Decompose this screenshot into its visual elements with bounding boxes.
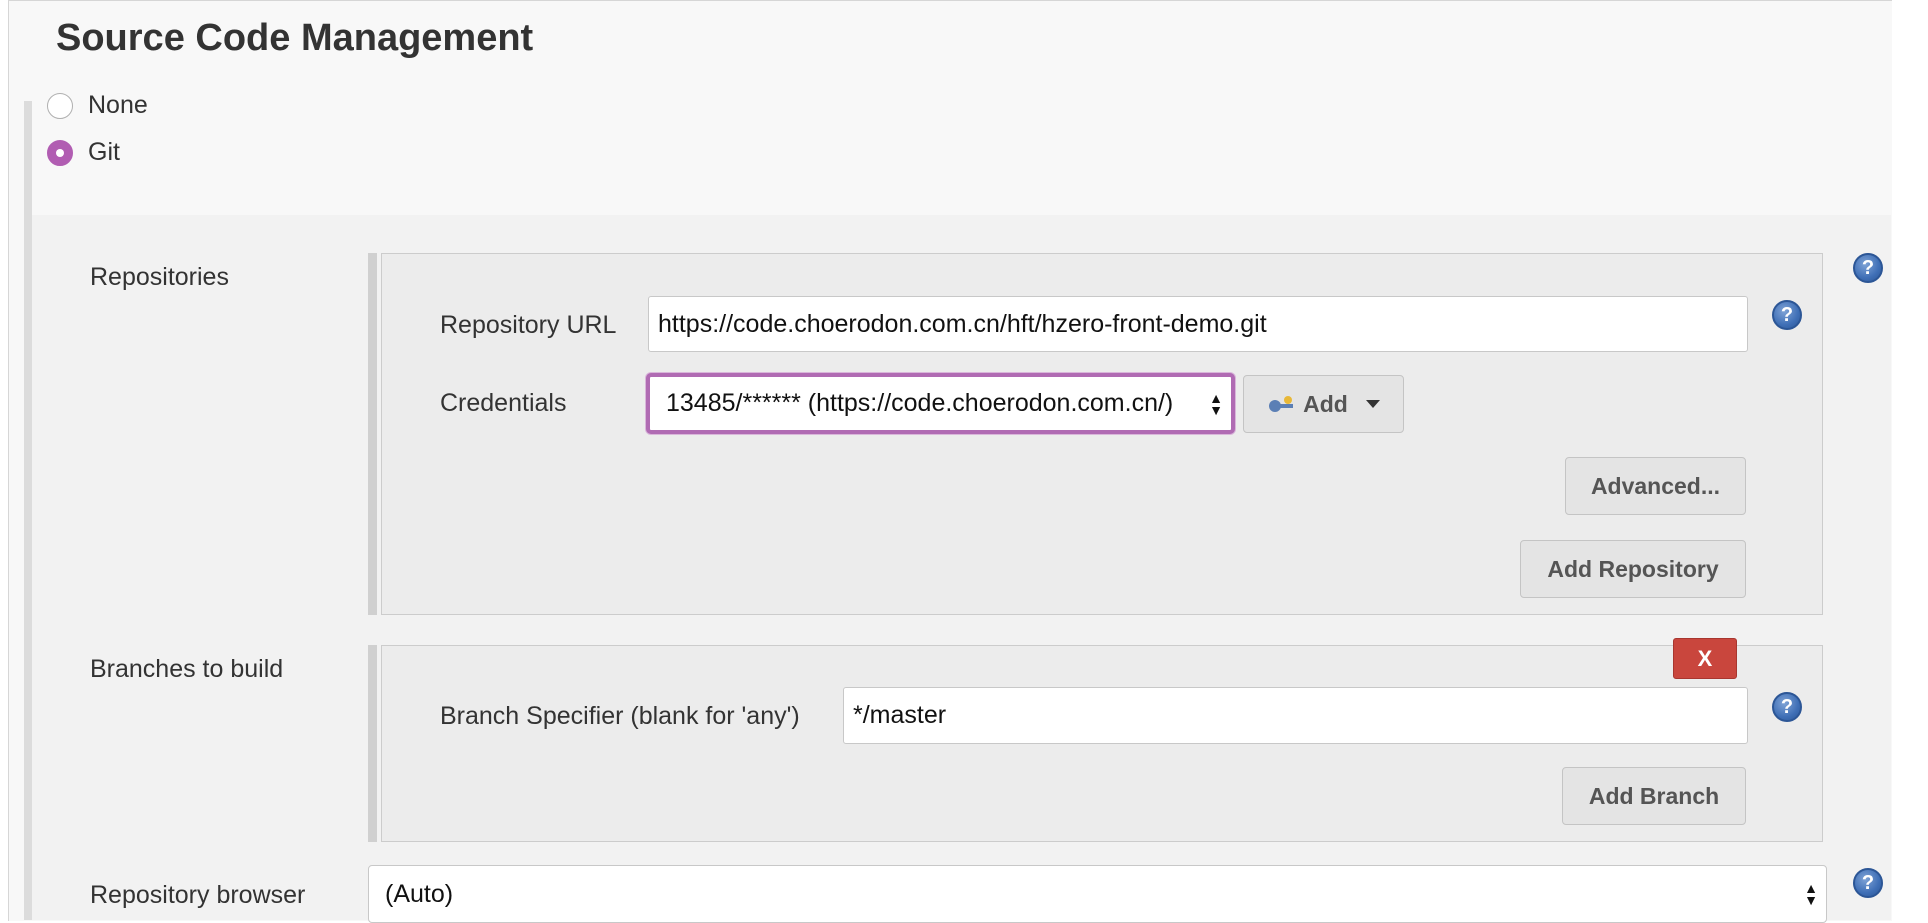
repository-browser-select[interactable]: (Auto) ▲ ▼: [368, 865, 1827, 923]
chevron-down-icon: [1365, 400, 1380, 408]
credentials-add-label: Add: [1303, 390, 1348, 417]
repository-browser-help-icon[interactable]: ?: [1853, 868, 1883, 898]
delete-branch-button[interactable]: X: [1673, 638, 1737, 679]
branch-specifier-input[interactable]: */master: [843, 687, 1748, 744]
radio-none-label: None: [88, 91, 148, 119]
repository-url-help-icon[interactable]: ?: [1772, 300, 1802, 330]
radio-none[interactable]: [47, 92, 73, 119]
scm-option-git[interactable]: Git: [47, 138, 120, 167]
branches-label: Branches to build: [90, 655, 284, 683]
branch-specifier-help-icon[interactable]: ?: [1772, 692, 1802, 722]
credentials-value: 13485/****** (https://code.choerodon.com…: [666, 389, 1174, 417]
repositories-label: Repositories: [90, 263, 229, 291]
repository-browser-value: (Auto): [385, 879, 454, 908]
branch-specifier-label: Branch Specifier (blank for 'any'): [440, 702, 800, 730]
repositories-box-bar: [368, 253, 377, 615]
section-left-bar: [24, 101, 32, 920]
repository-browser-label: Repository browser: [90, 881, 306, 909]
add-branch-button[interactable]: Add Branch: [1562, 767, 1746, 825]
credentials-label: Credentials: [440, 389, 567, 417]
add-repository-button[interactable]: Add Repository: [1520, 540, 1746, 598]
radio-git[interactable]: [47, 139, 73, 166]
credentials-add-button[interactable]: Add: [1243, 375, 1404, 433]
key-icon: [1267, 394, 1297, 414]
repositories-help-icon[interactable]: ?: [1853, 253, 1883, 283]
select-arrows-icon: ▲ ▼: [1209, 389, 1223, 418]
credentials-select[interactable]: 13485/****** (https://code.choerodon.com…: [646, 373, 1235, 434]
radio-git-label: Git: [88, 138, 120, 166]
repository-url-label: Repository URL: [440, 311, 617, 339]
section-title: Source Code Management: [56, 17, 534, 59]
advanced-button[interactable]: Advanced...: [1565, 457, 1746, 515]
scm-option-none[interactable]: None: [47, 91, 148, 120]
repository-url-input[interactable]: https://code.choerodon.com.cn/hft/hzero-…: [648, 296, 1748, 352]
branches-box-bar: [368, 645, 377, 842]
select-arrows-icon: ▲ ▼: [1804, 880, 1818, 908]
